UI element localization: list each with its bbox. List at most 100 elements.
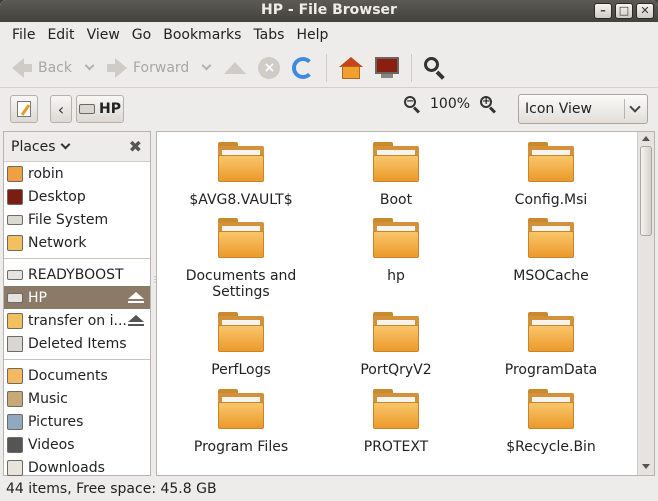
edit-location-icon bbox=[17, 101, 31, 117]
drive-icon bbox=[7, 292, 23, 303]
menu-file[interactable]: File bbox=[6, 27, 41, 43]
back-history-chevron-icon[interactable] bbox=[84, 60, 95, 71]
sidebar-item[interactable]: Desktop bbox=[4, 185, 150, 208]
pane-splitter[interactable]: ⋮ bbox=[151, 275, 159, 285]
sidebar-item[interactable]: Deleted Items bbox=[4, 332, 150, 355]
sidebar-item[interactable]: robin bbox=[4, 162, 150, 185]
title-bar[interactable]: HP - File Browser – □ ✕ bbox=[0, 0, 658, 22]
view-mode-select[interactable]: Icon View bbox=[518, 94, 648, 124]
sidebar-item-label: Downloads bbox=[28, 459, 105, 476]
sidebar-item-label: Music bbox=[28, 390, 68, 407]
folder-icon bbox=[373, 218, 419, 258]
view-mode-value: Icon View bbox=[525, 101, 592, 117]
sidebar-item-label: READYBOOST bbox=[28, 266, 124, 283]
menu-edit[interactable]: Edit bbox=[41, 27, 80, 43]
sidebar-separator bbox=[4, 258, 150, 259]
status-bar: 44 items, Free space: 45.8 GB bbox=[0, 477, 658, 501]
folder-item[interactable]: ProgramData bbox=[473, 312, 629, 378]
folder-icon bbox=[218, 142, 264, 182]
path-button-hp[interactable]: HP bbox=[76, 95, 124, 123]
toggle-location-entry-button[interactable] bbox=[10, 95, 38, 123]
menu-help[interactable]: Help bbox=[290, 27, 334, 43]
path-label: HP bbox=[99, 101, 121, 117]
back-label: Back bbox=[38, 59, 72, 76]
home-icon bbox=[7, 165, 23, 182]
folder-item[interactable]: hp bbox=[318, 218, 474, 284]
folder-item[interactable]: Config.Msi bbox=[473, 142, 629, 208]
folder-icon bbox=[218, 218, 264, 258]
sidebar-item[interactable]: HP bbox=[4, 286, 150, 309]
reload-icon bbox=[292, 56, 315, 79]
zoom-out-icon[interactable]: − bbox=[404, 96, 421, 114]
computer-button[interactable] bbox=[369, 52, 405, 84]
folder-name: Program Files bbox=[193, 439, 289, 455]
close-sidebar-icon[interactable]: ✖ bbox=[129, 137, 142, 156]
home-button[interactable] bbox=[333, 52, 369, 84]
vertical-scrollbar[interactable] bbox=[637, 132, 654, 475]
file-browser-window: HP - File Browser – □ ✕ File Edit View G… bbox=[0, 0, 658, 501]
maximize-button[interactable]: □ bbox=[615, 3, 633, 19]
sidebar-item[interactable]: Videos bbox=[4, 433, 150, 456]
location-bar: ‹ HP − 100% + Icon View bbox=[0, 89, 658, 129]
folder-item[interactable]: $Recycle.Bin bbox=[473, 389, 629, 455]
sidebar-item[interactable]: READYBOOST bbox=[4, 263, 150, 286]
search-button[interactable] bbox=[418, 52, 452, 84]
scroll-up-icon[interactable] bbox=[642, 136, 650, 141]
folder-item[interactable]: MSOCache bbox=[473, 218, 629, 284]
sidebar-item[interactable]: Music bbox=[4, 387, 150, 410]
menu-go[interactable]: Go bbox=[126, 27, 157, 43]
drive-icon bbox=[7, 269, 23, 280]
chevron-left-icon: ‹ bbox=[57, 99, 65, 119]
sidebar-item[interactable]: Downloads bbox=[4, 456, 150, 479]
up-button[interactable] bbox=[218, 52, 252, 84]
window-title: HP - File Browser bbox=[261, 2, 397, 18]
folder-name: Documents and Settings bbox=[185, 268, 297, 300]
close-button[interactable]: ✕ bbox=[636, 3, 654, 19]
main-toolbar: Back Forward × bbox=[0, 48, 658, 88]
menu-bookmarks[interactable]: Bookmarks bbox=[157, 27, 247, 43]
folder-icon bbox=[528, 142, 574, 182]
home-icon bbox=[339, 56, 364, 79]
folder-item[interactable]: $AVG8.VAULT$ bbox=[163, 142, 319, 208]
status-text: 44 items, Free space: 45.8 GB bbox=[6, 481, 217, 497]
folder-name: hp bbox=[387, 268, 405, 284]
sidebar-item-label: transfer on i... bbox=[28, 312, 127, 329]
folder-item[interactable]: PortQryV2 bbox=[318, 312, 474, 378]
sidebar-item-label: Network bbox=[28, 234, 87, 251]
folder-item[interactable]: PerfLogs bbox=[163, 312, 319, 378]
folder-item[interactable]: Program Files bbox=[163, 389, 319, 455]
zoom-level[interactable]: 100% bbox=[430, 96, 470, 112]
zoom-in-icon[interactable]: + bbox=[480, 96, 497, 114]
folder-name: MSOCache bbox=[513, 268, 589, 284]
forward-history-chevron-icon[interactable] bbox=[201, 60, 212, 71]
stop-button[interactable]: × bbox=[252, 52, 286, 84]
eject-icon[interactable] bbox=[128, 292, 144, 304]
folder-item[interactable]: Boot bbox=[318, 142, 474, 208]
forward-button[interactable]: Forward bbox=[101, 52, 195, 84]
minimize-button[interactable]: – bbox=[594, 3, 612, 19]
reload-button[interactable] bbox=[286, 52, 320, 84]
back-button[interactable]: Back bbox=[6, 52, 78, 84]
folder-item[interactable]: Documents and Settings bbox=[163, 218, 319, 300]
sidebar-item[interactable]: transfer on i... bbox=[4, 309, 150, 332]
eject-icon[interactable] bbox=[128, 315, 144, 327]
back-arrow-icon bbox=[12, 57, 24, 78]
folder-name: Boot bbox=[379, 192, 413, 208]
sidebar-item-label: Deleted Items bbox=[28, 335, 127, 352]
folder-item[interactable]: PROTEXT bbox=[318, 389, 474, 455]
menu-tabs[interactable]: Tabs bbox=[247, 27, 290, 43]
folder-icon bbox=[7, 367, 23, 384]
folder-name: PortQryV2 bbox=[360, 362, 432, 378]
sidebar-item[interactable]: Pictures bbox=[4, 410, 150, 433]
sidebar-item[interactable]: Documents bbox=[4, 364, 150, 387]
net-icon bbox=[7, 312, 23, 329]
scroll-down-icon[interactable] bbox=[642, 464, 650, 469]
sidebar-header[interactable]: Places ✖ bbox=[4, 132, 150, 162]
menu-view[interactable]: View bbox=[81, 27, 126, 43]
file-icon-view[interactable]: $AVG8.VAULT$ Boot Config.Msi Documents and … bbox=[156, 131, 655, 476]
scrollbar-thumb[interactable] bbox=[640, 146, 652, 236]
sidebar-item[interactable]: Network bbox=[4, 231, 150, 254]
path-back-button[interactable]: ‹ bbox=[50, 95, 72, 123]
sidebar-item-label: robin bbox=[28, 165, 64, 182]
sidebar-item[interactable]: File System bbox=[4, 208, 150, 231]
